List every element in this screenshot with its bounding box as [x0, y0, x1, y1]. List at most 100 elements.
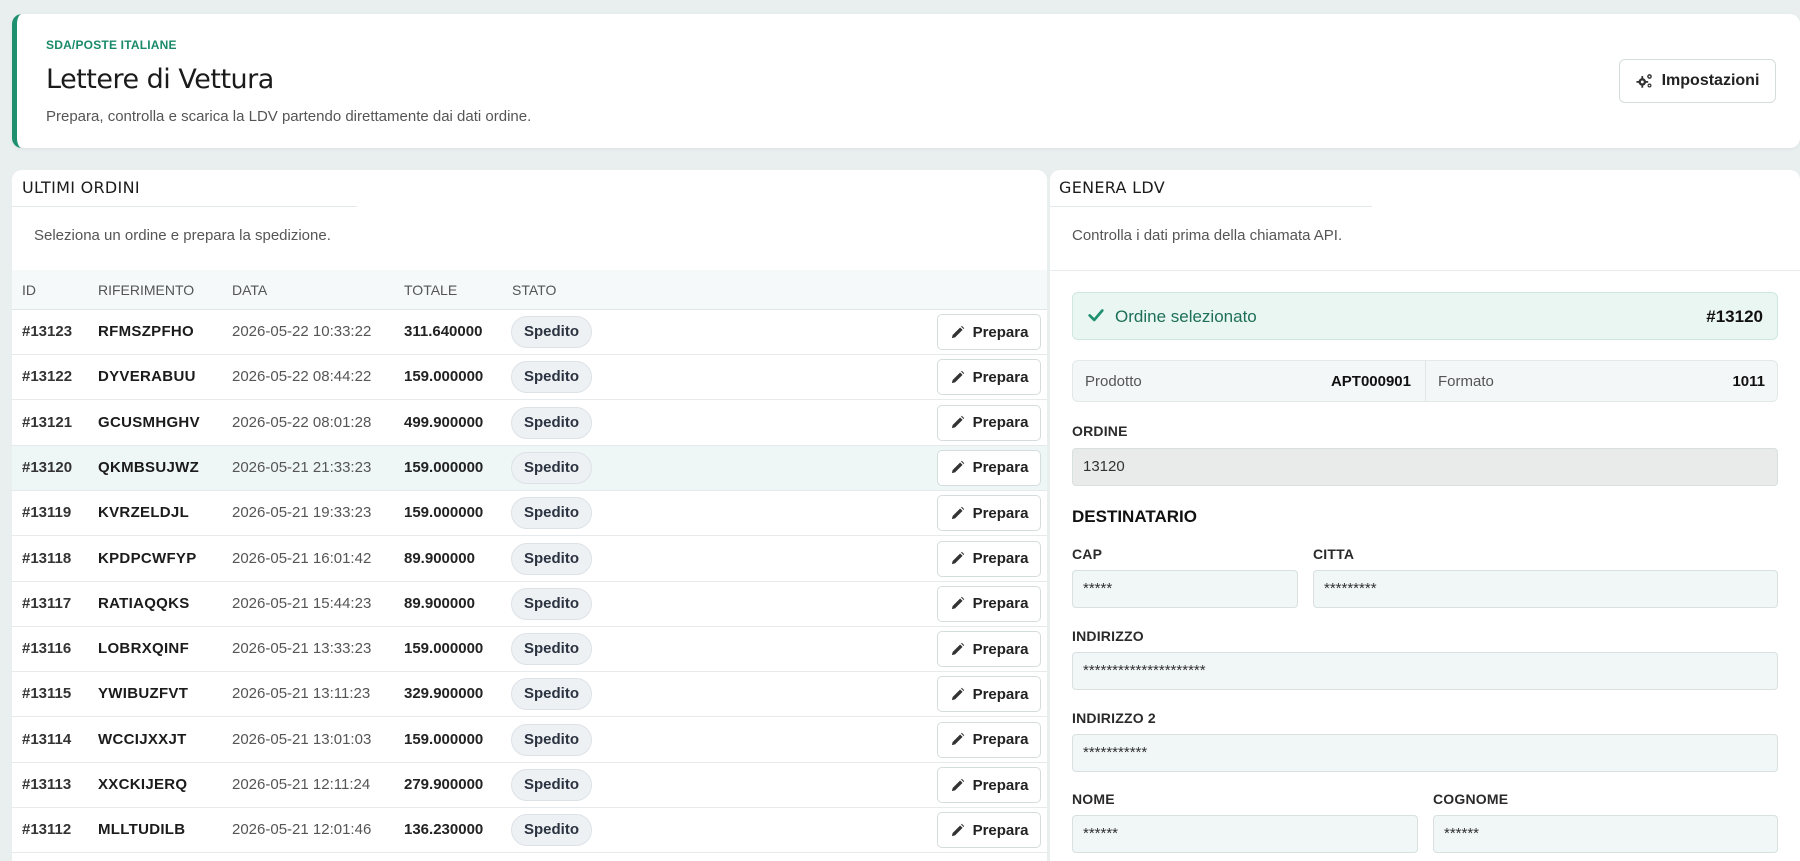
- prepare-button[interactable]: Prepara: [937, 812, 1041, 849]
- order-id: #13114: [22, 730, 72, 748]
- table-row[interactable]: #13113 XXCKIJERQ 2026-05-21 12:11:24 279.90…: [12, 763, 1047, 808]
- gears-icon: [1636, 74, 1652, 88]
- status-badge: Spedito: [511, 451, 592, 484]
- section-divider: [1050, 270, 1800, 271]
- table-header: ID RIFERIMENTO DATA TOTALE STATO: [12, 270, 1047, 310]
- prepare-label: Prepara: [972, 731, 1029, 749]
- order-id: #13119: [22, 504, 72, 522]
- prepare-label: Prepara: [972, 323, 1029, 341]
- pencil-icon: [951, 506, 964, 519]
- surname-label: COGNOME: [1433, 791, 1509, 807]
- order-total: 136.230000: [404, 821, 484, 839]
- column-status: STATO: [512, 282, 557, 298]
- page-title: Lettere di Vettura: [46, 64, 274, 95]
- pencil-icon: [951, 370, 964, 383]
- city-field[interactable]: *********: [1313, 570, 1778, 608]
- order-date: 2026-05-22 08:01:28: [232, 413, 372, 431]
- order-reference: QKMBSUJWZ: [98, 458, 200, 476]
- name-field[interactable]: ******: [1072, 815, 1418, 853]
- status-badge: Spedito: [511, 587, 592, 620]
- order-date: 2026-05-21 13:33:23: [232, 640, 372, 658]
- pencil-icon: [951, 415, 964, 429]
- status-badge: Spedito: [511, 361, 592, 394]
- prepare-button[interactable]: Prepara: [937, 631, 1041, 668]
- status-badge: Spedito: [511, 406, 592, 439]
- address-field[interactable]: *********************: [1072, 652, 1778, 690]
- selected-order-box: Ordine selezionato #13120: [1072, 292, 1778, 340]
- prepare-button[interactable]: Prepara: [937, 721, 1041, 758]
- order-total: 159.000000: [404, 368, 484, 386]
- product-label: Prodotto: [1085, 373, 1142, 390]
- table-row[interactable]: #13112 MLLTUDILB 2026-05-21 12:01:46 136.23…: [12, 808, 1047, 854]
- cap-field[interactable]: *****: [1072, 570, 1298, 608]
- prepare-button[interactable]: Prepara: [937, 314, 1041, 350]
- name-label: NOME: [1072, 791, 1115, 807]
- order-total: 159.000000: [404, 458, 484, 476]
- form-title: GENERA LDV: [1059, 178, 1165, 197]
- order-total: 311.640000: [404, 323, 483, 340]
- prepare-label: Prepara: [972, 776, 1029, 794]
- pencil-icon: [951, 687, 964, 701]
- orders-description: Seleziona un ordine e prepara la spedizi…: [34, 227, 331, 244]
- order-reference: GCUSMHGHV: [98, 413, 200, 431]
- table-row[interactable]: #13117 RATIAQQKS 2026-05-21 15:44:23 89.900…: [12, 582, 1047, 627]
- table-row[interactable]: #13118 KPDPCWFYP 2026-05-21 16:01:42 89.900…: [12, 537, 1047, 582]
- table-row[interactable]: #13119 KVRZELDJL 2026-05-21 19:33:23 159.00…: [12, 491, 1047, 537]
- pencil-icon: [951, 325, 964, 338]
- order-date: 2026-05-21 16:01:42: [232, 549, 372, 567]
- prepare-button[interactable]: Prepara: [937, 449, 1041, 486]
- prepare-label: Prepara: [972, 459, 1029, 477]
- prepare-button[interactable]: Prepara: [937, 540, 1041, 577]
- status-badge: Spedito: [511, 497, 592, 530]
- order-reference: WCCIJXXJT: [98, 730, 187, 748]
- carrier-label: SDA/POSTE ITALIANE: [46, 38, 177, 52]
- table-row[interactable]: #13123 RFMSZPFHO 2026-05-22 10:33:22 311.64…: [12, 310, 1047, 355]
- surname-field[interactable]: ******: [1433, 815, 1778, 853]
- order-reference: MLLTUDILB: [98, 821, 186, 839]
- pencil-icon: [951, 642, 964, 655]
- pencil-icon: [951, 551, 964, 565]
- prepare-label: Prepara: [972, 550, 1029, 567]
- order-date: 2026-05-21 21:33:23: [232, 458, 372, 476]
- format-value: 1011: [1732, 373, 1765, 390]
- table-row[interactable]: #13122 DYVERABUU 2026-05-22 08:44:22 159.00…: [12, 355, 1047, 401]
- prepare-button[interactable]: Prepara: [937, 359, 1041, 396]
- prepare-button[interactable]: Prepara: [937, 676, 1041, 713]
- product-format-strip: Prodotto APT000901 Formato 1011: [1072, 360, 1778, 402]
- order-total: 159.000000: [404, 640, 484, 658]
- table-row[interactable]: #13116 LOBRXQINF 2026-05-21 13:33:23 159.00…: [12, 627, 1047, 673]
- status-badge: Spedito: [511, 633, 592, 666]
- prepare-label: Prepara: [972, 368, 1029, 386]
- prepare-button[interactable]: Prepara: [937, 767, 1041, 803]
- prepare-label: Prepara: [972, 504, 1029, 522]
- orders-title: ULTIMI ORDINI: [22, 178, 140, 197]
- prepare-button[interactable]: Prepara: [937, 404, 1041, 441]
- status-badge: Spedito: [511, 678, 592, 711]
- prepare-button[interactable]: Prepara: [937, 495, 1041, 532]
- order-date: 2026-05-22 10:33:22: [232, 323, 372, 340]
- prepare-label: Prepara: [972, 595, 1029, 613]
- order-reference: KPDPCWFYP: [98, 549, 197, 567]
- recipient-section-title: DESTINATARIO: [1072, 507, 1197, 526]
- selected-order-label: Ordine selezionato: [1115, 307, 1257, 326]
- settings-button[interactable]: Impostazioni: [1619, 59, 1776, 103]
- prepare-label: Prepara: [972, 685, 1029, 703]
- table-row[interactable]: #13114 WCCIJXXJT 2026-05-21 13:01:03 159.00…: [12, 718, 1047, 763]
- order-date: 2026-05-21 13:01:03: [232, 730, 372, 748]
- column-total: TOTALE: [404, 282, 458, 298]
- prepare-label: Prepara: [972, 414, 1029, 432]
- order-date: 2026-05-22 08:44:22: [232, 368, 372, 386]
- pencil-icon: [951, 597, 964, 610]
- table-row[interactable]: #13120 QKMBSUJWZ 2026-05-21 21:33:23 159.00…: [12, 445, 1047, 491]
- prepare-button[interactable]: Prepara: [937, 585, 1041, 622]
- orders-panel: ULTIMI ORDINI Seleziona un ordine e prep…: [12, 170, 1047, 861]
- order-total: 89.900000: [404, 594, 475, 612]
- city-label: CITTA: [1313, 546, 1355, 562]
- order-field[interactable]: 13120: [1072, 448, 1778, 486]
- page-subtitle: Prepara, controlla e scarica la LDV part…: [46, 108, 532, 125]
- prepare-label: Prepara: [972, 640, 1029, 658]
- column-date: DATA: [232, 282, 268, 298]
- table-row[interactable]: #13121 GCUSMHGHV 2026-05-22 08:01:28 499.90…: [12, 401, 1047, 446]
- address2-field[interactable]: ***********: [1072, 734, 1778, 772]
- table-row[interactable]: #13115 YWIBUZFVT 2026-05-21 13:11:23 329.90…: [12, 672, 1047, 718]
